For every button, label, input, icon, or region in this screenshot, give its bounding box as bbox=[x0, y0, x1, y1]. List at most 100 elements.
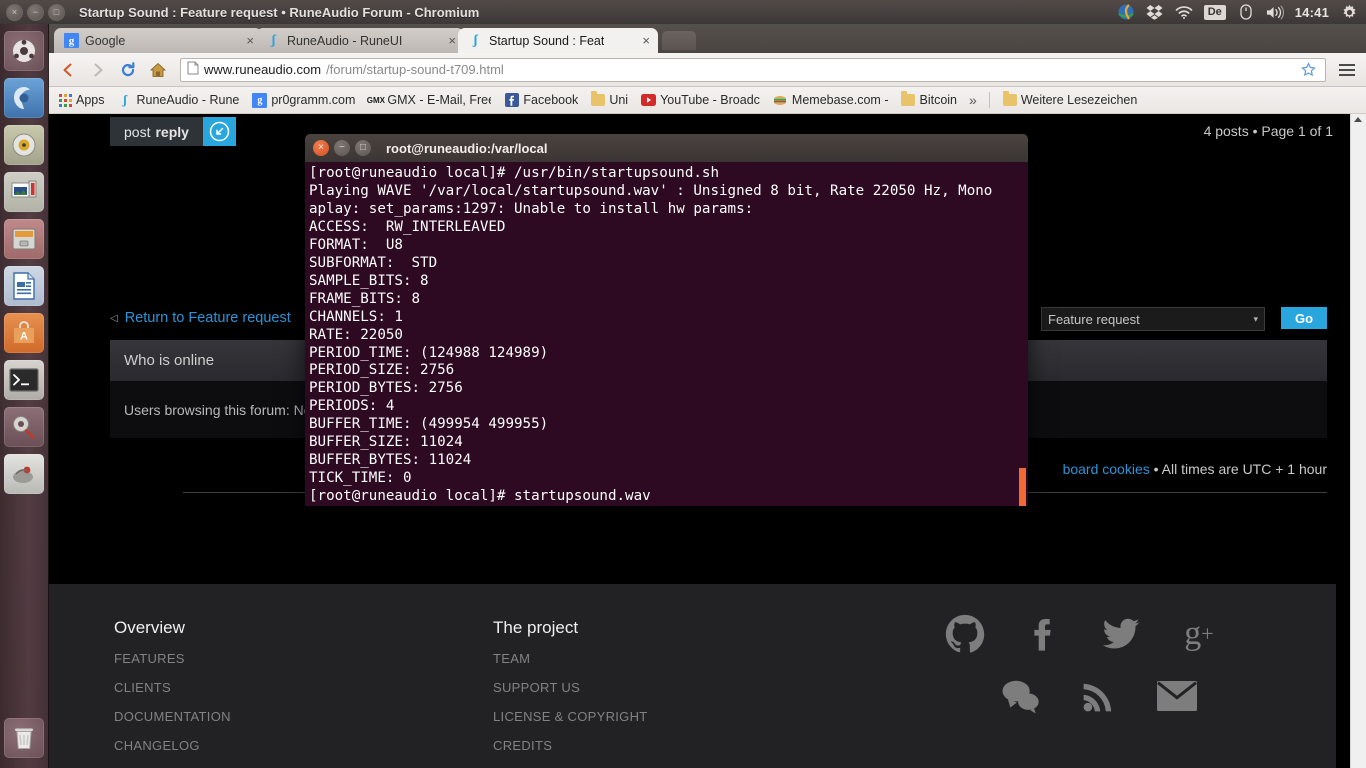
bookmark-pr0gramm[interactable]: g pr0gramm.com bbox=[247, 91, 360, 110]
post-reply-button[interactable]: post reply bbox=[110, 117, 236, 146]
launcher-item-java-app[interactable] bbox=[4, 454, 44, 494]
dropbox-icon[interactable] bbox=[1146, 4, 1164, 21]
post-reply-light-text: post bbox=[124, 123, 151, 140]
tab-title: Google bbox=[85, 33, 126, 48]
google-favicon: g bbox=[252, 92, 268, 108]
browser-tab-runeui[interactable]: ʃ RuneAudio - RuneUI × bbox=[256, 28, 464, 53]
back-button[interactable] bbox=[56, 58, 80, 82]
footer-link-support-us[interactable]: SUPPORT US bbox=[493, 680, 648, 695]
launcher-item-system-settings[interactable] bbox=[4, 407, 44, 447]
bookmark-facebook[interactable]: Facebook bbox=[499, 91, 583, 110]
posts-count: 4 posts • Page 1 of 1 bbox=[1203, 123, 1333, 139]
bluetooth-mouse-icon[interactable] bbox=[1237, 4, 1255, 21]
tab-close-icon[interactable]: × bbox=[448, 33, 456, 48]
footer-column-overview: Overview FEATURES CLIENTS DOCUMENTATION … bbox=[114, 618, 231, 768]
browser-tab-startup-sound[interactable]: ʃ Startup Sound : Feat × bbox=[458, 28, 658, 53]
browser-tab-google[interactable]: g Google × bbox=[54, 28, 262, 53]
footer-link-clients[interactable]: CLIENTS bbox=[114, 680, 231, 695]
tab-title: RuneAudio - RuneUI bbox=[287, 33, 403, 48]
bookmark-memebase[interactable]: Memebase.com - bbox=[768, 91, 894, 110]
jump-select-value: Feature request bbox=[1048, 311, 1140, 327]
footer-link-credits[interactable]: CREDITS bbox=[493, 738, 648, 753]
gear-icon[interactable] bbox=[1340, 4, 1358, 21]
googleplus-icon[interactable]: g + bbox=[1177, 612, 1221, 656]
java-icon[interactable] bbox=[1117, 4, 1135, 21]
window-maximize-button[interactable]: □ bbox=[48, 3, 65, 21]
terminal-minimize-button[interactable]: − bbox=[334, 140, 350, 156]
scroll-up-arrow-icon[interactable] bbox=[1354, 117, 1362, 122]
footer-social-links: g + bbox=[943, 612, 1243, 736]
facebook-icon[interactable] bbox=[1021, 612, 1065, 656]
page-scrollbar[interactable] bbox=[1350, 114, 1366, 768]
launcher-item-dash-home[interactable] bbox=[4, 31, 44, 71]
folder-icon bbox=[901, 91, 916, 106]
bookmark-runeaudio[interactable]: ʃ RuneAudio - Rune bbox=[113, 91, 245, 110]
board-cookies-link[interactable]: board cookies bbox=[1063, 461, 1150, 477]
bookmark-gmx[interactable]: GMX GMX - E-Mail, Free bbox=[363, 91, 496, 110]
window-title: Startup Sound : Feature request • RuneAu… bbox=[79, 4, 480, 20]
launcher-item-libreoffice-writer[interactable] bbox=[4, 266, 44, 306]
post-reply-bold-text: reply bbox=[155, 123, 189, 140]
terminal-title: root@runeaudio:/var/local bbox=[386, 140, 548, 156]
footer-link-documentation[interactable]: DOCUMENTATION bbox=[114, 709, 231, 724]
bookmark-uni[interactable]: Uni bbox=[586, 91, 633, 109]
forum-icon[interactable] bbox=[999, 674, 1043, 718]
google-favicon: g bbox=[64, 33, 79, 48]
rss-icon[interactable] bbox=[1077, 674, 1121, 718]
footer-link-license[interactable]: LICENSE & COPYRIGHT bbox=[493, 709, 648, 724]
terminal-scrollbar[interactable] bbox=[1014, 162, 1028, 506]
twitter-icon[interactable] bbox=[1099, 612, 1143, 656]
bookmarks-overflow-icon[interactable]: » bbox=[965, 92, 981, 108]
jump-go-button[interactable]: Go bbox=[1281, 307, 1327, 329]
home-icon[interactable] bbox=[146, 58, 170, 82]
launcher-item-software-center[interactable]: A bbox=[4, 313, 44, 353]
bookmark-bitcoin[interactable]: Bitcoin bbox=[896, 91, 962, 109]
return-to-forum-link[interactable]: ◁ Return to Feature request bbox=[110, 310, 291, 326]
bookmark-apps[interactable]: Apps bbox=[54, 91, 110, 109]
launcher-item-files[interactable] bbox=[4, 219, 44, 259]
system-tray: De 14:41 bbox=[1117, 4, 1366, 21]
volume-icon[interactable] bbox=[1266, 4, 1284, 21]
svg-text:A: A bbox=[20, 331, 28, 343]
new-tab-button[interactable] bbox=[662, 31, 696, 50]
terminal-close-button[interactable]: × bbox=[313, 140, 329, 156]
launcher-item-rhythmbox[interactable] bbox=[4, 125, 44, 165]
window-close-button[interactable]: × bbox=[6, 3, 23, 21]
bookmark-youtube[interactable]: YouTube - Broadc bbox=[636, 91, 765, 110]
youtube-icon bbox=[641, 93, 657, 108]
github-icon[interactable] bbox=[943, 612, 987, 656]
wifi-icon[interactable] bbox=[1175, 4, 1193, 21]
launcher-item-chromium[interactable] bbox=[4, 78, 44, 118]
launcher-item-terminal[interactable] bbox=[4, 360, 44, 400]
bookmark-other[interactable]: Weitere Lesezeichen bbox=[998, 91, 1143, 109]
tab-close-icon[interactable]: × bbox=[246, 33, 254, 48]
reload-button[interactable] bbox=[116, 58, 140, 82]
terminal-titlebar[interactable]: × − □ root@runeaudio:/var/local bbox=[305, 134, 1028, 162]
apps-grid-icon bbox=[59, 93, 72, 107]
launcher-item-shotwell[interactable] bbox=[4, 172, 44, 212]
chrome-menu-icon[interactable] bbox=[1336, 59, 1358, 81]
jump-to-forum-select[interactable]: Feature request ▾ bbox=[1041, 307, 1265, 331]
bookmark-label: RuneAudio - Rune bbox=[136, 93, 240, 107]
tray-clock[interactable]: 14:41 bbox=[1295, 5, 1329, 20]
window-minimize-button[interactable]: − bbox=[27, 3, 44, 21]
bookmark-star-icon[interactable] bbox=[1297, 59, 1319, 81]
terminal-maximize-button[interactable]: □ bbox=[355, 140, 371, 156]
footer-link-team[interactable]: TEAM bbox=[493, 651, 648, 666]
footer-link-changelog[interactable]: CHANGELOG bbox=[114, 738, 231, 753]
url-path: /forum/startup-sound-t709.html bbox=[326, 62, 504, 77]
tab-close-icon[interactable]: × bbox=[642, 33, 650, 48]
terminal-window[interactable]: × − □ root@runeaudio:/var/local [root@ru… bbox=[305, 134, 1028, 506]
address-bar[interactable]: www.runeaudio.com/forum/startup-sound-t7… bbox=[180, 57, 1326, 82]
bookmark-label: Apps bbox=[76, 93, 105, 107]
bookmark-label: Weitere Lesezeichen bbox=[1020, 93, 1138, 107]
forward-button[interactable] bbox=[86, 58, 110, 82]
window-controls: × − □ bbox=[6, 3, 65, 21]
terminal-scrollbar-thumb[interactable] bbox=[1019, 468, 1026, 506]
launcher-item-trash[interactable] bbox=[4, 718, 44, 758]
email-icon[interactable] bbox=[1155, 674, 1199, 718]
terminal-body[interactable]: [root@runeaudio local]# /usr/bin/startup… bbox=[305, 162, 1028, 506]
footer-link-features[interactable]: FEATURES bbox=[114, 651, 231, 666]
keyboard-layout-indicator[interactable]: De bbox=[1203, 4, 1226, 20]
social-row-top: g + bbox=[943, 612, 1243, 656]
